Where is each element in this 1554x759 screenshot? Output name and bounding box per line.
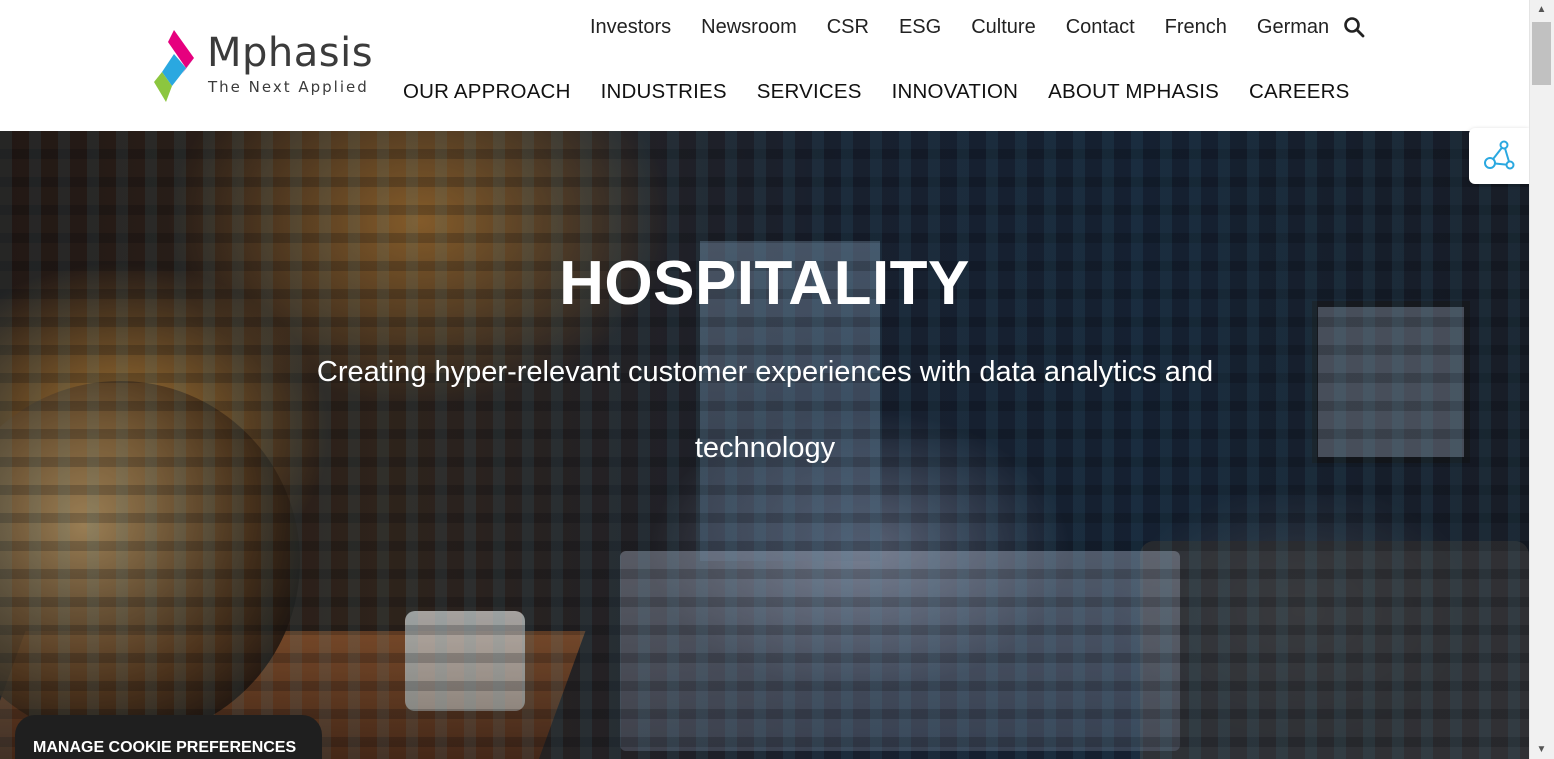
scrollbar-thumb[interactable]	[1532, 22, 1551, 85]
manage-cookie-preferences-button[interactable]: MANAGE COOKIE PREFERENCES	[15, 715, 322, 759]
hero-title: HOSPITALITY	[559, 249, 970, 318]
utility-link-contact[interactable]: Contact	[1066, 16, 1135, 39]
search-icon[interactable]	[1342, 15, 1366, 39]
brand-name: Mphasis	[207, 30, 374, 76]
hero-banner: HOSPITALITY Creating hyper-relevant cust…	[0, 131, 1529, 759]
nav-industries[interactable]: INDUSTRIES	[601, 80, 727, 104]
utility-link-newsroom[interactable]: Newsroom	[701, 16, 797, 39]
nav-services[interactable]: SERVICES	[757, 80, 862, 104]
utility-link-csr[interactable]: CSR	[827, 16, 869, 39]
scroll-down-arrow[interactable]: ▼	[1529, 739, 1554, 759]
utility-nav: Investors Newsroom CSR ESG Culture Conta…	[590, 16, 1359, 39]
utility-link-investors[interactable]: Investors	[590, 16, 671, 39]
scroll-up-arrow[interactable]: ▲	[1529, 0, 1554, 18]
mphasis-logo[interactable]: Mphasis The Next Applied	[152, 28, 382, 104]
nav-careers[interactable]: CAREERS	[1249, 80, 1350, 104]
nav-our-approach[interactable]: OUR APPROACH	[403, 80, 571, 104]
hero-subtitle: Creating hyper-relevant customer experie…	[316, 356, 1214, 464]
utility-link-french[interactable]: French	[1165, 16, 1227, 39]
main-nav: OUR APPROACH INDUSTRIES SERVICES INNOVAT…	[403, 80, 1380, 104]
share-widget-button[interactable]	[1469, 128, 1529, 184]
nav-about-mphasis[interactable]: ABOUT MPHASIS	[1048, 80, 1219, 104]
page-scrollbar[interactable]	[1529, 0, 1554, 759]
share-nodes-icon	[1484, 140, 1515, 170]
nav-innovation[interactable]: INNOVATION	[892, 80, 1019, 104]
utility-link-culture[interactable]: Culture	[971, 16, 1035, 39]
brand-tagline: The Next Applied	[208, 78, 369, 96]
utility-link-german[interactable]: German	[1257, 16, 1329, 39]
site-header: Mphasis The Next Applied Investors Newsr…	[0, 0, 1529, 131]
utility-link-esg[interactable]: ESG	[899, 16, 941, 39]
mphasis-logo-mark-icon	[154, 30, 194, 102]
